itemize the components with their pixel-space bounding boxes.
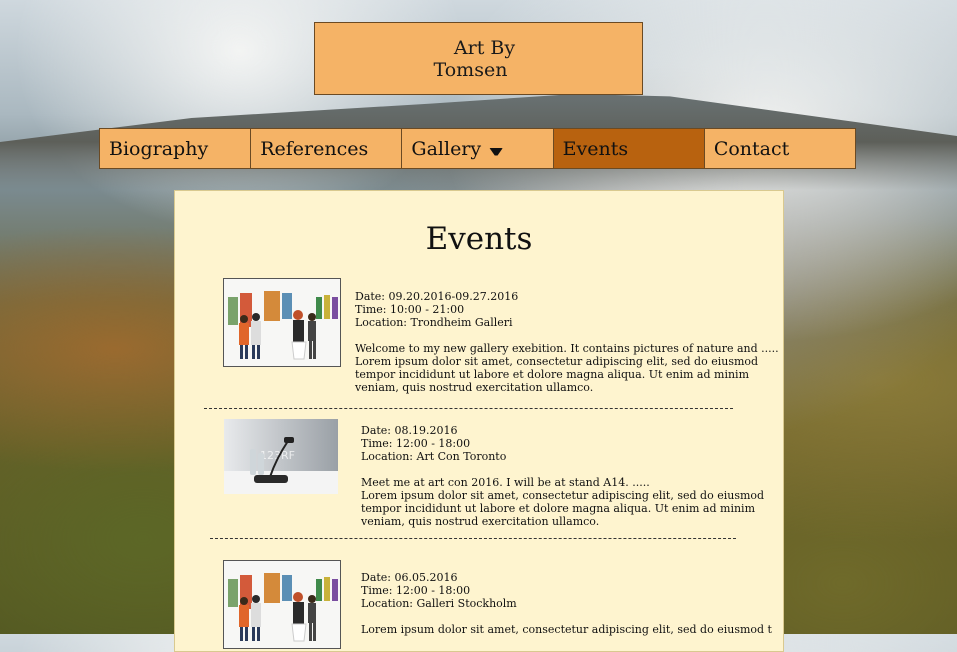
event-divider xyxy=(210,538,736,539)
event-date: Date: 08.19.2016 xyxy=(361,424,458,437)
event-date: Date: 06.05.2016 xyxy=(361,571,458,584)
nav-item-gallery[interactable]: Gallery xyxy=(402,129,554,168)
nav-label: Events xyxy=(562,137,629,160)
event-description-line: tempor incididunt ut labore et dolore ma… xyxy=(355,368,749,381)
event-location: Location: Trondheim Galleri xyxy=(355,316,513,329)
nav-item-contact[interactable]: Contact xyxy=(704,129,856,168)
caret-down-icon xyxy=(489,147,504,156)
microphone-icon: 123RF xyxy=(224,419,338,494)
event-description-line: Lorem ipsum dolor sit amet, consectetur … xyxy=(355,355,759,368)
nav-item-references[interactable]: References xyxy=(251,129,403,168)
nav-item-events[interactable]: Events xyxy=(553,129,705,168)
event-description-line: Meet me at art con 2016. I will be at st… xyxy=(361,476,650,489)
event-details: Date: 06.05.2016 Time: 12:00 - 18:00 Loc… xyxy=(361,571,772,636)
event-description-line: veniam, quis nostrud exercitation ullamc… xyxy=(355,381,594,394)
event-details: Date: 09.20.2016-09.27.2016 Time: 10:00 … xyxy=(355,290,779,394)
gallery-visitors-icon xyxy=(224,561,340,648)
main-navigation: Biography References Gallery Events Cont… xyxy=(99,128,856,169)
event-description-line: Welcome to my new gallery exebition. It … xyxy=(355,342,779,355)
logo-line-2: Tomsen xyxy=(433,58,508,81)
nav-label: References xyxy=(260,137,369,160)
nav-label: Gallery xyxy=(411,137,482,160)
event-description-line: veniam, quis nostrud exercitation ullamc… xyxy=(361,515,600,528)
event-description-line: Lorem ipsum dolor sit amet, consectetur … xyxy=(361,623,772,636)
event-description-line: Lorem ipsum dolor sit amet, consectetur … xyxy=(361,489,765,502)
page-title: Events xyxy=(425,221,533,257)
event-image-conference: 123RF xyxy=(224,419,338,494)
event-description-line: tempor incididunt ut labore et dolore ma… xyxy=(361,502,755,515)
event-date: Date: 09.20.2016-09.27.2016 xyxy=(355,290,519,303)
nav-item-biography[interactable]: Biography xyxy=(100,129,252,168)
logo-line-1: Art By xyxy=(453,36,516,59)
gallery-visitors-icon xyxy=(224,279,340,366)
events-content-panel: Events Date: 09.20.2016-09.27.2016 Time:… xyxy=(174,190,784,652)
event-divider xyxy=(204,408,733,409)
nav-label: Biography xyxy=(109,137,209,160)
event-time: Time: 12:00 - 18:00 xyxy=(361,437,471,450)
nav-label: Contact xyxy=(713,137,790,160)
event-time: Time: 12:00 - 18:00 xyxy=(361,584,471,597)
site-logo[interactable]: Art By Tomsen xyxy=(314,22,643,95)
event-image-gallery xyxy=(223,278,341,367)
event-location: Location: Art Con Toronto xyxy=(361,450,507,463)
event-image-gallery xyxy=(223,560,341,649)
event-location: Location: Galleri Stockholm xyxy=(361,597,517,610)
event-time: Time: 10:00 - 21:00 xyxy=(355,303,465,316)
event-details: Date: 08.19.2016 Time: 12:00 - 18:00 Loc… xyxy=(361,424,764,528)
